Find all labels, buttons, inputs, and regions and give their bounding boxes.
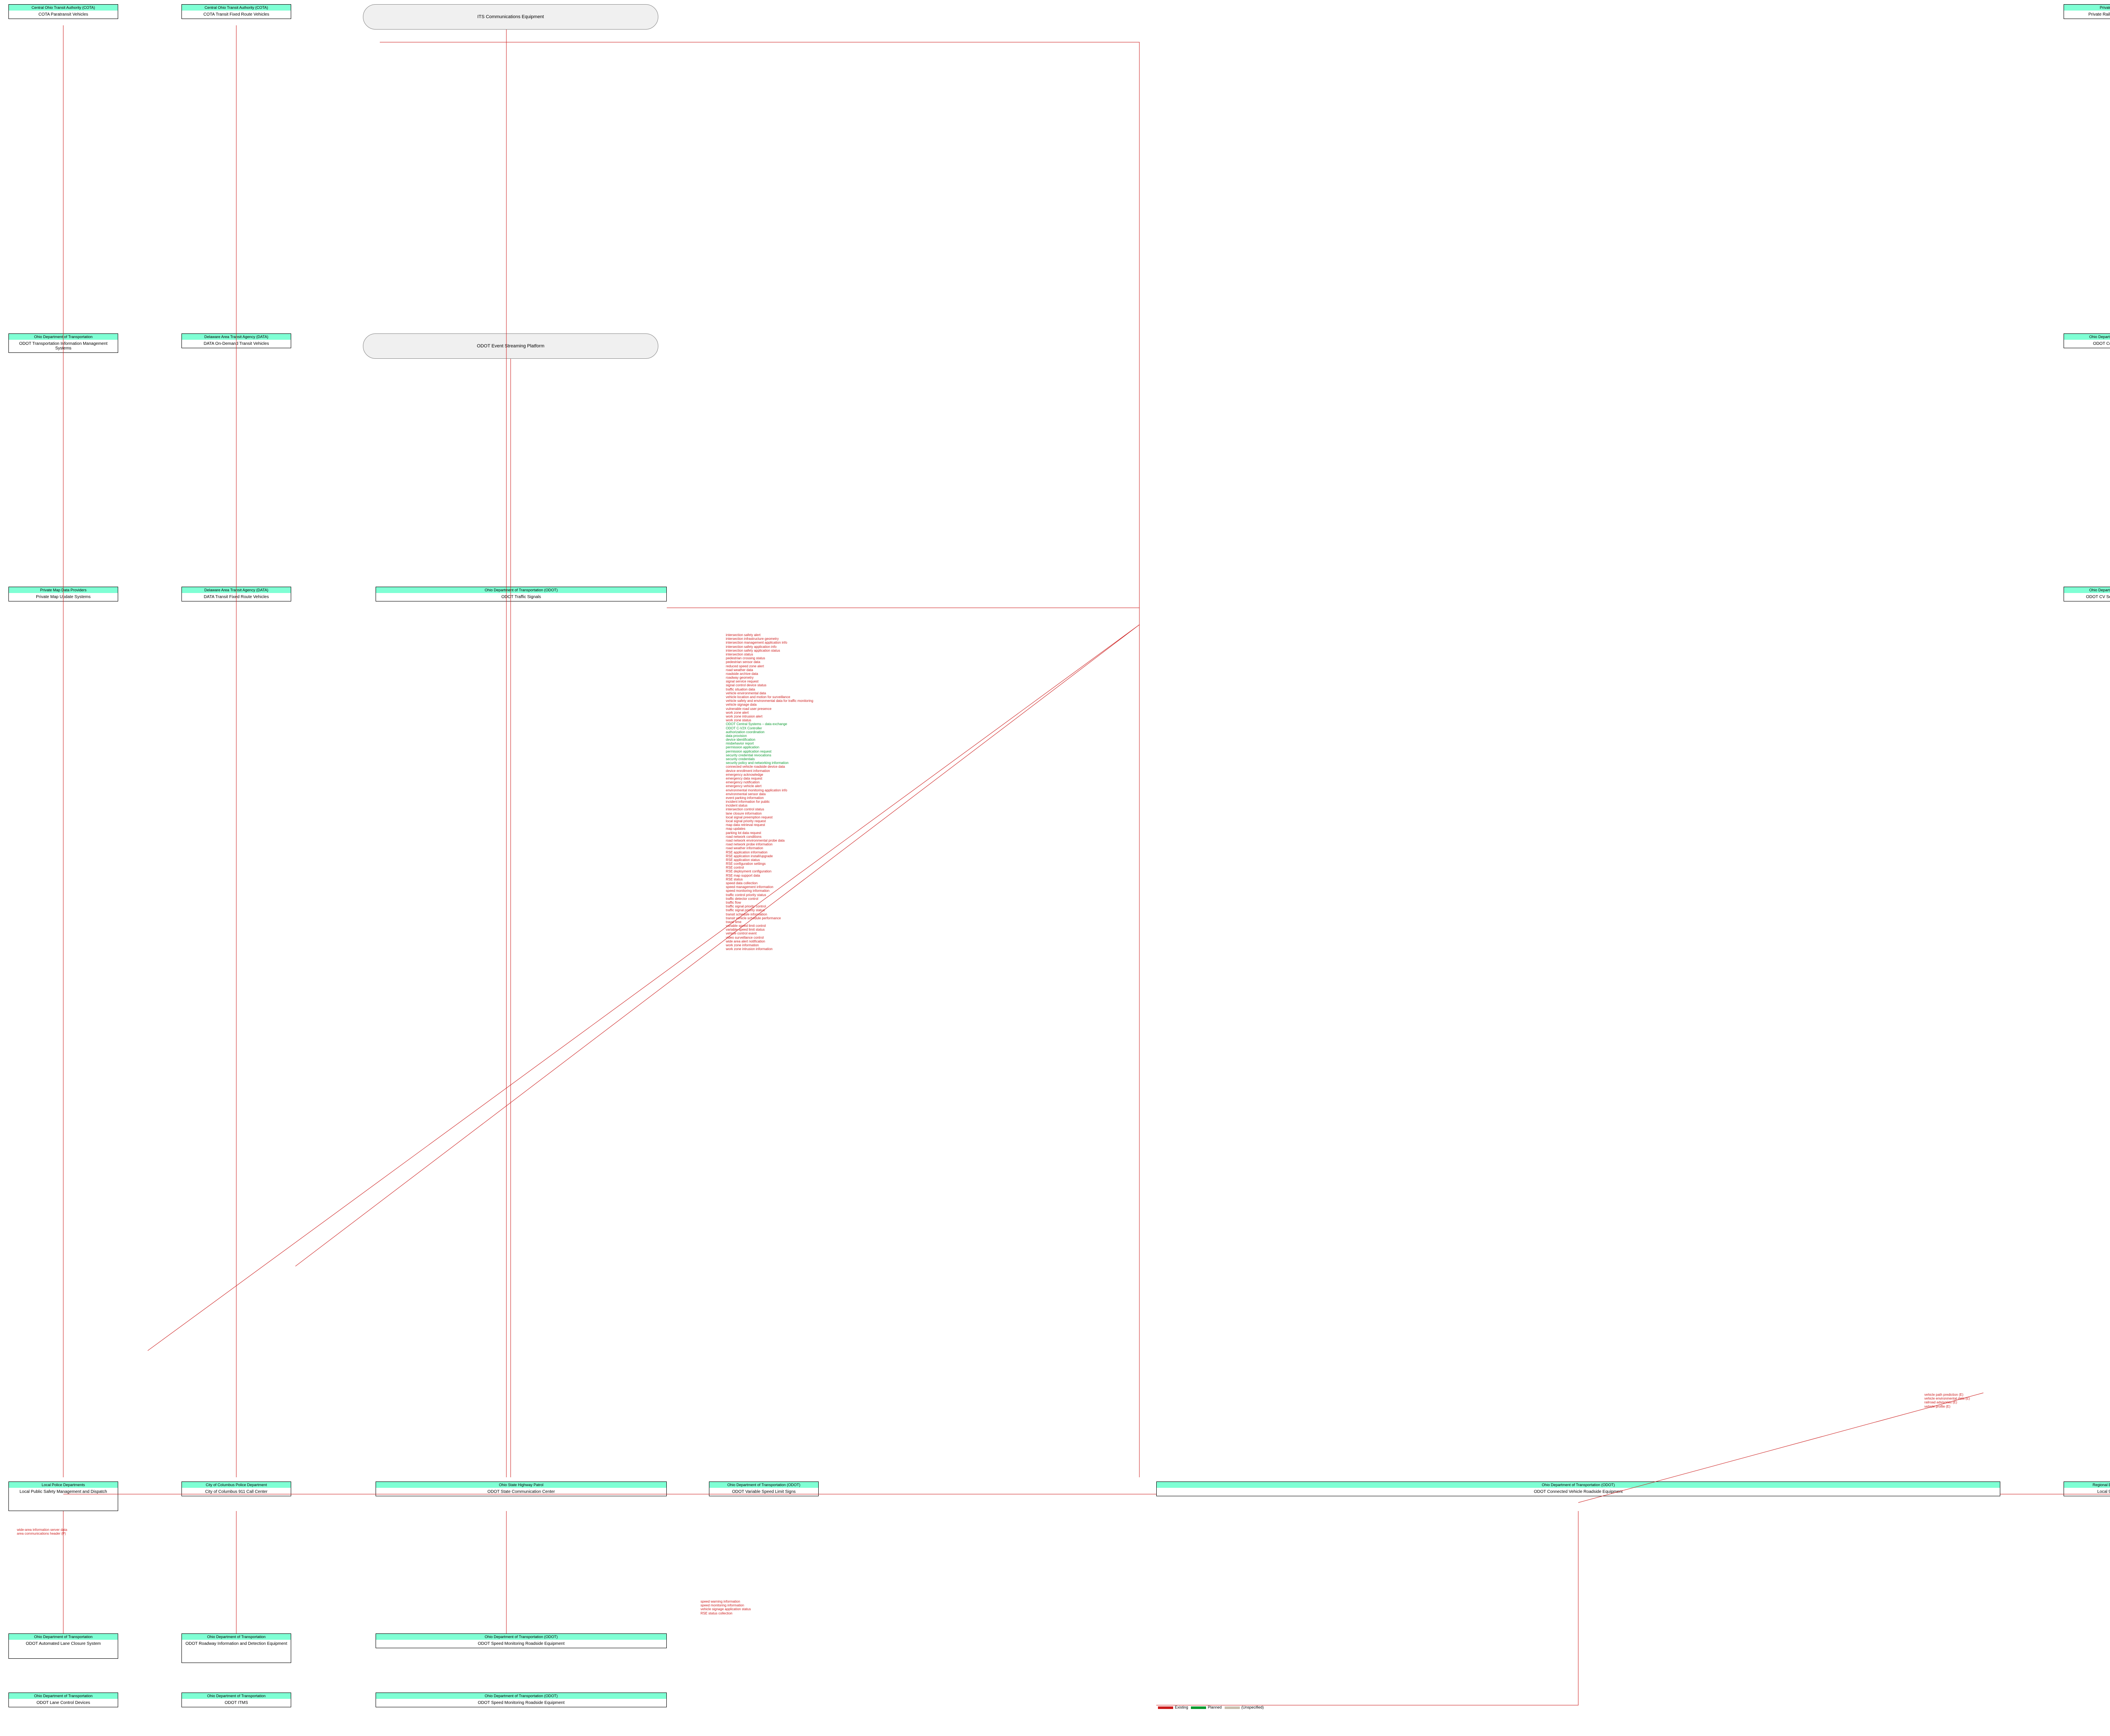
node-body: ODOT Traffic Signals (376, 593, 666, 601)
flow-labels-side-c: vehicle path prediction (E)vehicle envir… (1924, 1393, 2059, 1408)
legend-swatch-planned (1191, 1706, 1206, 1709)
node-header: Ohio Department of Transportation (2064, 334, 2110, 340)
diagram-canvas: Central Ohio Transit Authority (COTA) CO… (0, 0, 2110, 1736)
node-header: Delaware Area Transit Agency (DATA) (182, 334, 291, 340)
node-odot-speed-mon[interactable]: Ohio Department of Transportation (ODOT)… (376, 1633, 667, 1648)
node-header: Delaware Area Transit Agency (DATA) (182, 587, 291, 593)
node-header: Ohio Department of Transportation (182, 1693, 291, 1699)
node-header: Ohio Department of Transportation (ODOT) (376, 1693, 666, 1699)
legend-label-planned: Planned (1208, 1705, 1222, 1709)
node-regional-ea[interactable]: Regional Emergency Agencies Local 911 Ca… (2064, 1481, 2110, 1496)
node-odot-lane-close[interactable]: Ohio Department of Transportation ODOT A… (8, 1633, 118, 1659)
node-rail-ops[interactable]: Private Rail Operators Private Rail Ways… (2064, 4, 2110, 19)
node-body: ODOT Roadway Information and Detection E… (182, 1640, 291, 1648)
node-body: COTA Paratransit Vehicles (9, 11, 118, 19)
node-body: Private Rail Wayside Equipment (2064, 11, 2110, 19)
node-body: ODOT Variable Speed Limit Signs (709, 1488, 818, 1496)
node-header: Ohio Department of Transportation (9, 334, 118, 340)
node-odot-cert[interactable]: Ohio Department of Transportation ODOT C… (2064, 333, 2110, 348)
node-body: ODOT Lane Control Devices (9, 1699, 118, 1707)
node-header: Ohio Department of Transportation (9, 1693, 118, 1699)
node-body: ODOT CV Service Monitor System (2064, 593, 2110, 601)
node-body: ODOT Automated Lane Closure System (9, 1640, 118, 1648)
connector-layer (0, 0, 2110, 1736)
node-odot-itms[interactable]: Ohio Department of Transportation ODOT I… (181, 1693, 291, 1707)
node-header: Ohio Department of Transportation (ODOT) (709, 1482, 818, 1488)
node-body: ODOT Certification System (2064, 340, 2110, 348)
node-body: ODOT ITMS (182, 1699, 291, 1707)
node-body: Local Public Safety Management and Dispa… (9, 1488, 118, 1496)
legend-swatch-unspecified (1225, 1706, 1240, 1709)
node-odot-signals[interactable]: Ohio Department of Transportation (ODOT)… (376, 587, 667, 601)
node-cota-paratransit[interactable]: Central Ohio Transit Authority (COTA) CO… (8, 4, 118, 19)
node-body: City of Columbus 911 Call Center (182, 1488, 291, 1496)
legend-swatch-existing (1158, 1706, 1173, 1709)
node-cpd-call[interactable]: City of Columbus Police Department City … (181, 1481, 291, 1496)
node-header: Ohio Department of Transportation (9, 1634, 118, 1640)
node-body: Private Map Update Systems (9, 593, 118, 601)
node-header: Private Rail Operators (2064, 5, 2110, 11)
pill-label: ITS Communications Equipment (477, 14, 544, 19)
pill-label: ODOT Event Streaming Platform (477, 344, 544, 349)
flow-labels-side-b: speed warning informationspeed monitorin… (701, 1600, 878, 1615)
node-header: Ohio Department of Transportation (ODOT) (376, 587, 666, 593)
node-body: ODOT Connected Vehicle Roadside Equipmen… (1157, 1488, 2000, 1496)
legend: Existing Planned (Unspecified) (1156, 1705, 1264, 1709)
node-odot-lane-ctrl[interactable]: Ohio Department of Transportation ODOT L… (8, 1693, 118, 1707)
node-map-update[interactable]: Private Map Data Providers Private Map U… (8, 587, 118, 601)
legend-label-unspecified: (Unspecified) (1242, 1705, 1264, 1709)
node-odot-vsl[interactable]: Ohio Department of Transportation (ODOT)… (709, 1481, 819, 1496)
node-odot-mgmt[interactable]: Ohio Department of Transportation ODOT T… (8, 333, 118, 353)
node-header: Regional Emergency Agencies (2064, 1482, 2110, 1488)
flow-labels-center: intersection safety alertintersection in… (726, 633, 996, 951)
pill-its-comm[interactable]: ITS Communications Equipment (363, 4, 658, 30)
node-body: ODOT Speed Monitoring Roadside Equipment (376, 1640, 666, 1648)
node-cota-fixed[interactable]: Central Ohio Transit Authority (COTA) CO… (181, 4, 291, 19)
node-body: Local 911 Call Centers (2064, 1488, 2110, 1496)
node-odot-roadway-info[interactable]: Ohio Department of Transportation ODOT R… (181, 1633, 291, 1663)
pill-odot-esp[interactable]: ODOT Event Streaming Platform (363, 333, 658, 359)
node-oshp[interactable]: Ohio State Highway Patrol ODOT State Com… (376, 1481, 667, 1496)
node-body: COTA Transit Fixed Route Vehicles (182, 11, 291, 19)
node-body: DATA On-Demand Transit Vehicles (182, 340, 291, 348)
node-body: ODOT Transportation Information Manageme… (9, 340, 118, 352)
node-body: DATA Transit Fixed Route Vehicles (182, 593, 291, 601)
node-data-fixed[interactable]: Delaware Area Transit Agency (DATA) DATA… (181, 587, 291, 601)
node-header: Ohio Department of Transportation (2064, 587, 2110, 593)
node-body: ODOT State Communication Center (376, 1488, 666, 1496)
node-header: Ohio State Highway Patrol (376, 1482, 666, 1488)
node-header: Central Ohio Transit Authority (COTA) (9, 5, 118, 11)
node-body: ODOT Speed Monitoring Roadside Equipment (376, 1699, 666, 1707)
node-header: Ohio Department of Transportation (182, 1634, 291, 1640)
legend-label-existing: Existing (1175, 1705, 1188, 1709)
node-header: Local Police Departments (9, 1482, 118, 1488)
node-header: Ohio Department of Transportation (ODOT) (376, 1634, 666, 1640)
node-local-police-disp[interactable]: Local Police Departments Local Public Sa… (8, 1481, 118, 1511)
node-odot-speed-mon-2[interactable]: Ohio Department of Transportation (ODOT)… (376, 1693, 667, 1707)
node-odot-cv-monitor[interactable]: Ohio Department of Transportation ODOT C… (2064, 587, 2110, 601)
node-data-demand[interactable]: Delaware Area Transit Agency (DATA) DATA… (181, 333, 291, 348)
node-header: City of Columbus Police Department (182, 1482, 291, 1488)
node-odot-cvre[interactable]: Ohio Department of Transportation (ODOT)… (1156, 1481, 2000, 1496)
flow-labels-side-a: wide-area information server dataarea co… (17, 1528, 236, 1536)
node-header: Ohio Department of Transportation (ODOT) (1157, 1482, 2000, 1488)
node-header: Private Map Data Providers (9, 587, 118, 593)
node-header: Central Ohio Transit Authority (COTA) (182, 5, 291, 11)
